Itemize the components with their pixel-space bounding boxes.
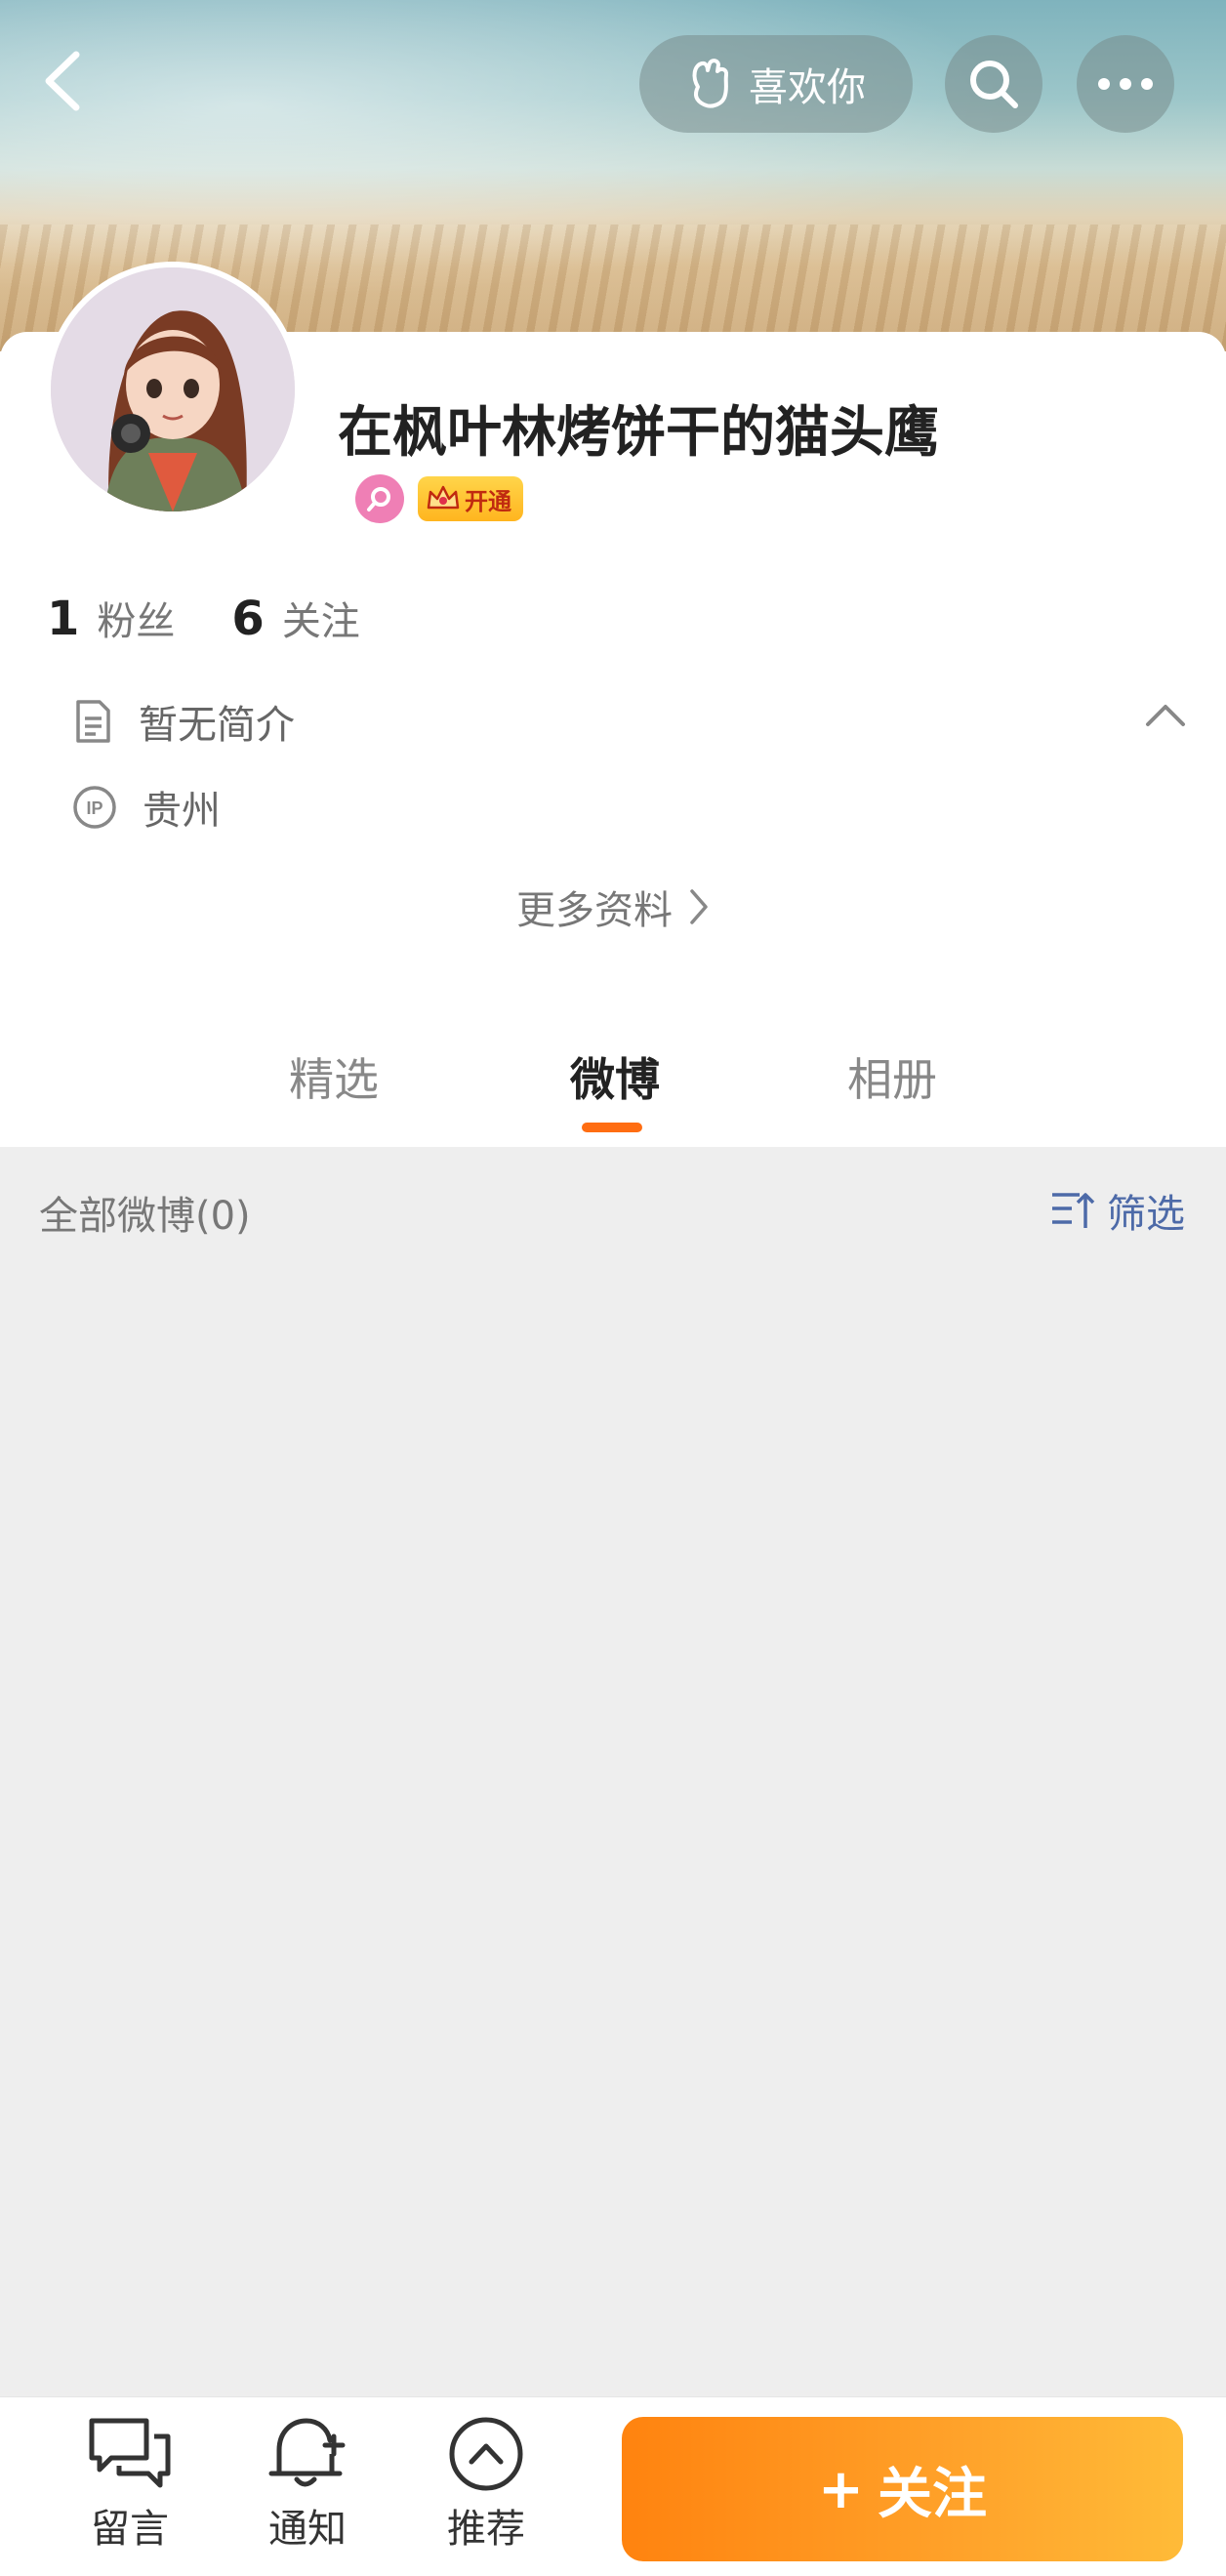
followers-count: 1: [47, 592, 80, 646]
notify-label: 通知: [268, 2507, 347, 2552]
recommend-button[interactable]: 推荐: [432, 2415, 540, 2554]
search-icon: [970, 61, 1018, 108]
profile-tabs: 精选 微博 相册: [0, 1035, 1226, 1147]
avatar-illustration: [51, 267, 295, 511]
message-icon: [89, 2418, 171, 2488]
heart-hand-icon: [692, 59, 729, 108]
chevron-right-icon: [690, 889, 708, 924]
search-badge-icon: [367, 487, 390, 511]
document-icon: [76, 700, 110, 743]
vip-badge[interactable]: 开通: [418, 476, 523, 521]
bio-text: 暂无简介: [139, 703, 295, 748]
following-stat[interactable]: 6 关注: [231, 590, 359, 646]
more-info-label: 更多资料: [516, 888, 673, 933]
filter-icon: [1052, 1193, 1095, 1228]
plus-icon: +: [818, 2457, 864, 2521]
more-icon: [1098, 78, 1153, 90]
tab-weibo[interactable]: 微博: [570, 1044, 660, 1109]
recommend-label: 推荐: [447, 2507, 525, 2552]
ip-location: 贵州: [143, 789, 221, 834]
followers-stat[interactable]: 1 粉丝: [47, 590, 175, 646]
filter-label: 筛选: [1107, 1192, 1185, 1237]
follow-button[interactable]: + 关注: [622, 2417, 1183, 2561]
followers-label: 粉丝: [97, 599, 176, 644]
vip-badge-label: 开通: [465, 487, 511, 515]
like-you-label: 喜欢你: [749, 65, 866, 110]
stats-row: 1 粉丝 6 关注: [47, 590, 360, 646]
svg-text:IP: IP: [86, 798, 102, 818]
username: 在枫叶林烤饼干的猫头鹰: [338, 401, 939, 465]
tab-featured[interactable]: 精选: [289, 1044, 379, 1109]
following-label: 关注: [281, 599, 360, 644]
collapse-button[interactable]: [1144, 701, 1187, 732]
chevron-up-circle-icon: [449, 2417, 523, 2491]
bell-plus-icon: [268, 2418, 346, 2487]
crown-icon: [427, 485, 460, 510]
feed-title: 全部微博(0): [39, 1194, 251, 1239]
bio-row: 暂无简介: [72, 693, 295, 750]
bottom-action-bar: 留言 通知 推荐 + 关注: [0, 2396, 1226, 2576]
message-label: 留言: [91, 2507, 169, 2552]
filter-button[interactable]: 筛选: [1050, 1182, 1185, 1239]
back-button[interactable]: [39, 47, 88, 115]
active-tab-indicator: [582, 1123, 642, 1132]
like-you-button[interactable]: 喜欢你: [639, 35, 913, 133]
tab-album[interactable]: 相册: [847, 1044, 937, 1109]
feed-area: 全部微博(0) 筛选: [0, 1147, 1226, 2396]
avatar[interactable]: [45, 262, 301, 517]
more-info-link[interactable]: 更多资料: [0, 879, 1226, 935]
chevron-up-icon: [1146, 705, 1185, 726]
follow-label: 关注: [877, 2462, 987, 2526]
notify-button[interactable]: 通知: [254, 2415, 361, 2554]
following-count: 6: [231, 592, 265, 646]
ip-row: IP 贵州: [72, 779, 221, 836]
back-icon: [45, 51, 80, 111]
search-button[interactable]: [945, 35, 1042, 133]
ip-icon: IP: [73, 786, 116, 829]
message-button[interactable]: 留言: [76, 2415, 184, 2554]
member-badge[interactable]: [355, 474, 404, 523]
badge-row: 开通: [355, 474, 523, 523]
more-button[interactable]: [1077, 35, 1174, 133]
